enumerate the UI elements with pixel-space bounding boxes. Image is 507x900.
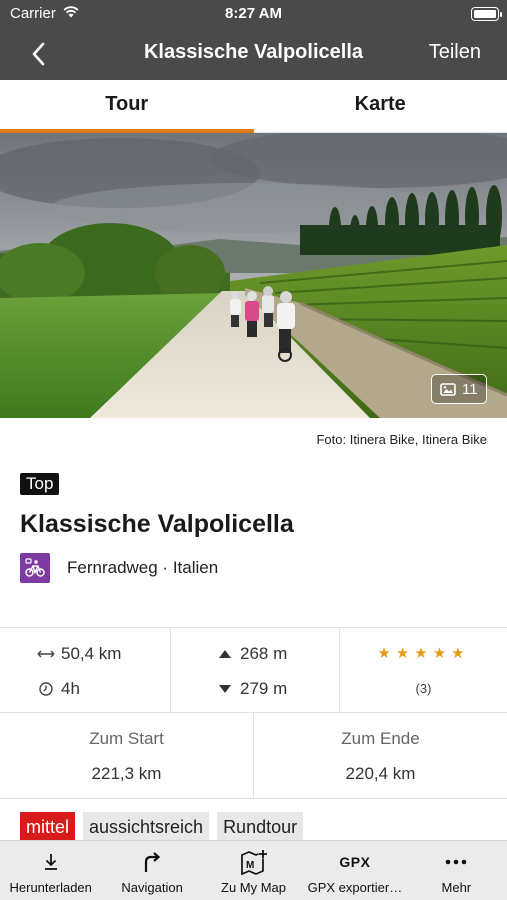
stat-ascent: 268 m [215, 644, 287, 664]
triangle-down-icon [215, 685, 235, 693]
image-icon [440, 382, 456, 396]
app-screen: Carrier 8:27 AM Klassische Valpolicella … [0, 0, 507, 900]
share-button[interactable]: Teilen [429, 41, 481, 64]
stat-elevation: 268 m 279 m [170, 628, 339, 712]
tour-tags: mittel aussichtsreich Rundtour [20, 812, 304, 842]
distance-to-start-value: 221,3 km [91, 764, 162, 783]
tag-difficulty: mittel [20, 812, 76, 842]
hero-image[interactable]: 11 [0, 133, 507, 418]
photo-credit: Foto: Itinera Bike, Itinera Bike [316, 432, 487, 447]
navigation-label: Navigation [121, 880, 183, 895]
stat-duration: 4h [36, 679, 80, 699]
distance-to-points: Zum Start 221,3 km Zum Ende 220,4 km [0, 713, 507, 799]
star-icon: ★ [395, 645, 415, 662]
tab-tour[interactable]: Tour [0, 80, 254, 133]
top-badge: Top [20, 473, 60, 495]
gpx-icon: GPX [304, 850, 405, 874]
download-icon [0, 850, 101, 874]
distance-to-start[interactable]: Zum Start 221,3 km [0, 713, 253, 798]
triangle-up-icon [215, 650, 235, 658]
distance-to-end-label: Zum Ende [341, 729, 420, 748]
star-icon: ★ [414, 645, 433, 662]
tour-category: Fernradweg · Italien [20, 553, 218, 583]
ascent-value: 268 m [240, 644, 288, 663]
tour-stats: 50,4 km 4h 268 m 279 m ★★★★★ (3) [0, 627, 507, 713]
navigation-button[interactable]: Navigation [101, 841, 202, 900]
distance-to-start-label: Zum Start [89, 729, 164, 748]
battery-icon [471, 7, 502, 21]
tab-karte[interactable]: Karte [254, 80, 507, 132]
tour-title: Klassische Valpolicella [20, 510, 294, 538]
star-icon: ★ [432, 645, 452, 662]
navigation-bar: Klassische Valpolicella Teilen [0, 28, 507, 80]
descent-value: 279 m [240, 679, 288, 698]
photo-count-button[interactable]: 11 [431, 374, 487, 404]
clock-icon [36, 682, 56, 696]
status-bar: Carrier 8:27 AM [0, 0, 507, 28]
distance-to-end-value: 220,4 km [345, 764, 416, 783]
stat-rating[interactable]: ★★★★★ (3) [339, 628, 507, 712]
turn-right-icon [101, 850, 202, 874]
svg-text:M: M [246, 860, 254, 871]
rating-stars: ★★★★★ [340, 644, 507, 662]
map-add-icon: M [203, 849, 304, 875]
photo-count: 11 [462, 380, 478, 398]
more-label: Mehr [441, 880, 472, 895]
gpx-icon-text: GPX [339, 854, 371, 870]
distance-to-end[interactable]: Zum Ende 220,4 km [253, 713, 507, 798]
bicycle-touring-icon [20, 553, 50, 583]
tab-bar: Tour Karte [0, 80, 507, 133]
add-to-my-map-button[interactable]: M Zu My Map [203, 841, 304, 900]
gpx-export-button[interactable]: GPX GPX exportier… [304, 841, 405, 900]
tag-round-trip: Rundtour [217, 812, 304, 842]
rating-count: (3) [415, 681, 432, 696]
distance-value: 50,4 km [61, 644, 122, 663]
download-button[interactable]: Herunterladen [0, 841, 101, 900]
more-icon [406, 850, 507, 874]
tag-scenic: aussichtsreich [83, 812, 210, 842]
duration-value: 4h [61, 679, 80, 698]
star-icon: ★ [377, 645, 396, 662]
more-button[interactable]: Mehr [406, 841, 507, 900]
download-label: Herunterladen [9, 880, 92, 895]
status-time: 8:27 AM [225, 5, 282, 22]
bottom-toolbar: Herunterladen Navigation M Zu My Map GPX… [0, 840, 507, 900]
gpx-export-label: GPX exportier… [307, 880, 403, 895]
distance-arrows-icon [36, 649, 56, 659]
stat-distance-duration: 50,4 km 4h [0, 628, 170, 712]
stat-distance: 50,4 km [36, 644, 121, 664]
tour-category-label: Fernradweg · Italien [67, 558, 219, 577]
star-icon: ★ [451, 645, 470, 662]
add-to-my-map-label: Zu My Map [221, 880, 287, 895]
stat-descent: 279 m [215, 679, 287, 699]
